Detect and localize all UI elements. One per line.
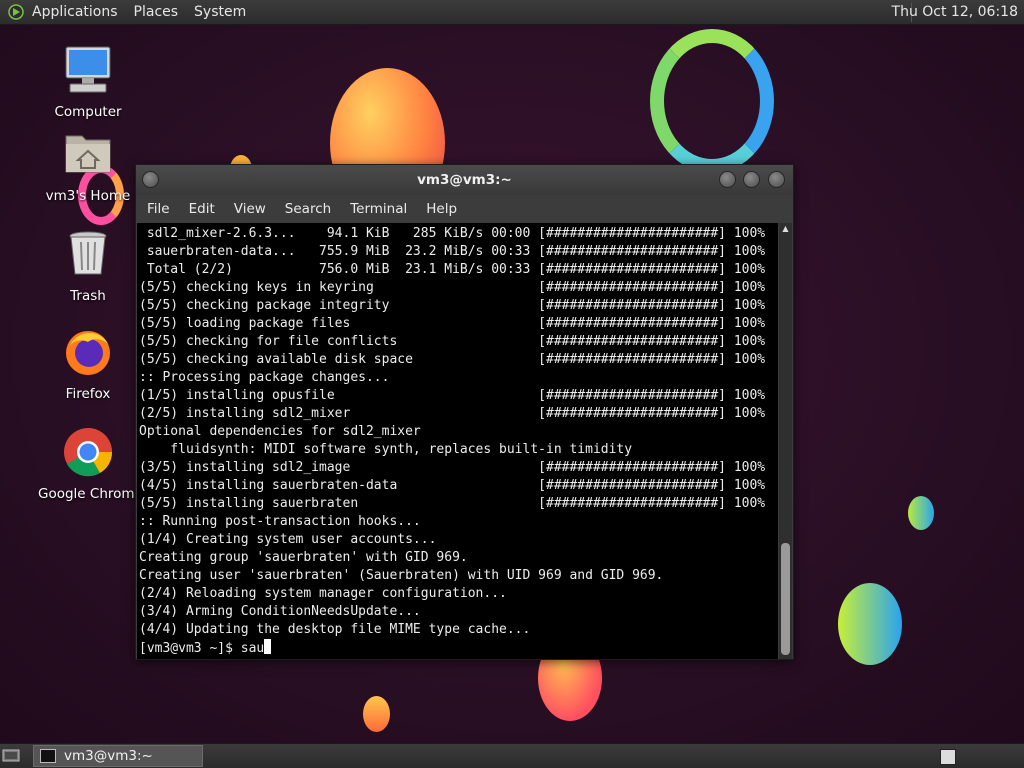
terminal-line: (5/5) installing sauerbraten [##########… xyxy=(139,496,766,511)
terminal-line: Creating user 'sauerbraten' (Sauerbraten… xyxy=(139,568,664,583)
shell-prompt: [vm3@vm3 ~]$ xyxy=(139,641,241,656)
desktop-icon-label: Computer xyxy=(54,104,122,120)
terminal-line: (2/5) installing sdl2_mixer [###########… xyxy=(139,406,766,421)
menu-edit[interactable]: Edit xyxy=(178,201,223,217)
computer-icon xyxy=(65,46,111,93)
terminal-line: :: Processing package changes... xyxy=(139,370,390,385)
minimize-button[interactable] xyxy=(719,171,736,188)
terminal-line: Total (2/2) 756.0 MiB 23.1 MiB/s 00:33 [… xyxy=(139,262,766,277)
desktop-icon-chrome[interactable]: Google Chrome xyxy=(38,426,143,502)
places-menu[interactable]: Places xyxy=(126,4,187,20)
menu-file[interactable]: File xyxy=(136,201,178,217)
terminal-output[interactable]: sdl2_mixer-2.6.3... 94.1 KiB 285 KiB/s 0… xyxy=(137,223,778,659)
terminal-line: (4/4) Updating the desktop file MIME typ… xyxy=(139,622,531,637)
desktop-icon-home[interactable]: vm3's Home xyxy=(38,128,138,204)
terminal-line: (5/5) loading package files [###########… xyxy=(139,316,766,331)
terminal-line: (2/4) Reloading system manager configura… xyxy=(139,586,507,601)
close-button[interactable] xyxy=(768,171,785,188)
menu-terminal[interactable]: Terminal xyxy=(339,201,415,217)
command-input[interactable]: sau xyxy=(241,641,264,656)
terminal-line: sdl2_mixer-2.6.3... 94.1 KiB 285 KiB/s 0… xyxy=(139,226,766,241)
desktop-icon-label: vm3's Home xyxy=(45,188,131,204)
wallpaper-green-balloon xyxy=(838,583,902,665)
clock[interactable]: Thu Oct 12, 06:18 xyxy=(892,4,1018,20)
wallpaper-ring xyxy=(650,29,774,173)
desktop-icon-computer[interactable]: Computer xyxy=(38,44,138,120)
scroll-up-arrow-icon[interactable]: ▲ xyxy=(779,223,792,235)
window-title: vm3@vm3:~ xyxy=(417,172,512,188)
top-panel: Applications Places System Thu Oct 12, 0… xyxy=(0,0,1024,25)
terminal-line: Creating group 'sauerbraten' with GID 96… xyxy=(139,550,468,565)
terminal-line: sauerbraten-data... 755.9 MiB 23.2 MiB/s… xyxy=(139,244,766,259)
terminal-line: (3/5) installing sdl2_image [###########… xyxy=(139,460,766,475)
terminal-line: fluidsynth: MIDI software synth, replace… xyxy=(139,442,633,457)
show-desktop-icon[interactable] xyxy=(2,748,20,764)
terminal-line: (5/5) checking keys in keyring [########… xyxy=(139,280,766,295)
scrollbar-thumb[interactable] xyxy=(781,543,790,655)
desktop-icon-label: Firefox xyxy=(65,386,111,402)
terminal-line: (3/4) Arming ConditionNeedsUpdate... xyxy=(139,604,421,619)
taskbar-item-label: vm3@vm3:~ xyxy=(64,748,153,764)
title-bar[interactable]: vm3@vm3:~ xyxy=(136,165,793,195)
maximize-button[interactable] xyxy=(743,171,760,188)
terminal-line: (4/5) installing sauerbraten-data [#####… xyxy=(139,478,766,493)
terminal-line: (5/5) checking available disk space [###… xyxy=(139,352,766,367)
applications-menu[interactable]: Applications xyxy=(24,4,126,20)
menu-search[interactable]: Search xyxy=(274,201,339,217)
system-menu[interactable]: System xyxy=(186,4,254,20)
terminal-icon xyxy=(40,749,56,763)
terminal-line: (5/5) checking for file conflicts [#####… xyxy=(139,334,766,349)
terminal-scrollbar[interactable]: ▲ xyxy=(779,223,792,659)
firefox-icon xyxy=(66,331,110,375)
chrome-icon xyxy=(64,428,113,477)
terminal-line: :: Running post-transaction hooks... xyxy=(139,514,421,529)
terminal-line: (1/4) Creating system user accounts... xyxy=(139,532,437,547)
trash-icon xyxy=(69,231,107,275)
terminal-line: (1/5) installing opusfile [#############… xyxy=(139,388,766,403)
terminal-line: (5/5) checking package integrity [######… xyxy=(139,298,766,313)
wallpaper-tiny-balloon xyxy=(363,696,390,732)
bottom-panel: vm3@vm3:~ xyxy=(0,743,1024,768)
menu-view[interactable]: View xyxy=(223,201,274,217)
terminal-text: sdl2_mixer-2.6.3... 94.1 KiB 285 KiB/s 0… xyxy=(137,223,778,658)
home-folder-icon xyxy=(65,135,111,173)
desktop-icon-label: Google Chrome xyxy=(38,486,143,502)
desktop-icon-trash[interactable]: Trash xyxy=(38,228,138,304)
taskbar-item-terminal[interactable]: vm3@vm3:~ xyxy=(33,745,203,767)
terminal-line: Optional dependencies for sdl2_mixer xyxy=(139,424,421,439)
menu-bar: File Edit View Search Terminal Help xyxy=(136,195,793,223)
text-cursor xyxy=(264,639,272,654)
terminal-window[interactable]: vm3@vm3:~ File Edit View Search Terminal… xyxy=(135,164,794,660)
distro-logo-icon xyxy=(8,4,24,20)
wallpaper-blue-balloon xyxy=(908,496,934,530)
workspace-switcher[interactable] xyxy=(940,749,956,765)
desktop-icon-firefox[interactable]: Firefox xyxy=(38,326,138,402)
desktop-icon-label: Trash xyxy=(70,288,106,304)
menu-help[interactable]: Help xyxy=(415,201,465,217)
